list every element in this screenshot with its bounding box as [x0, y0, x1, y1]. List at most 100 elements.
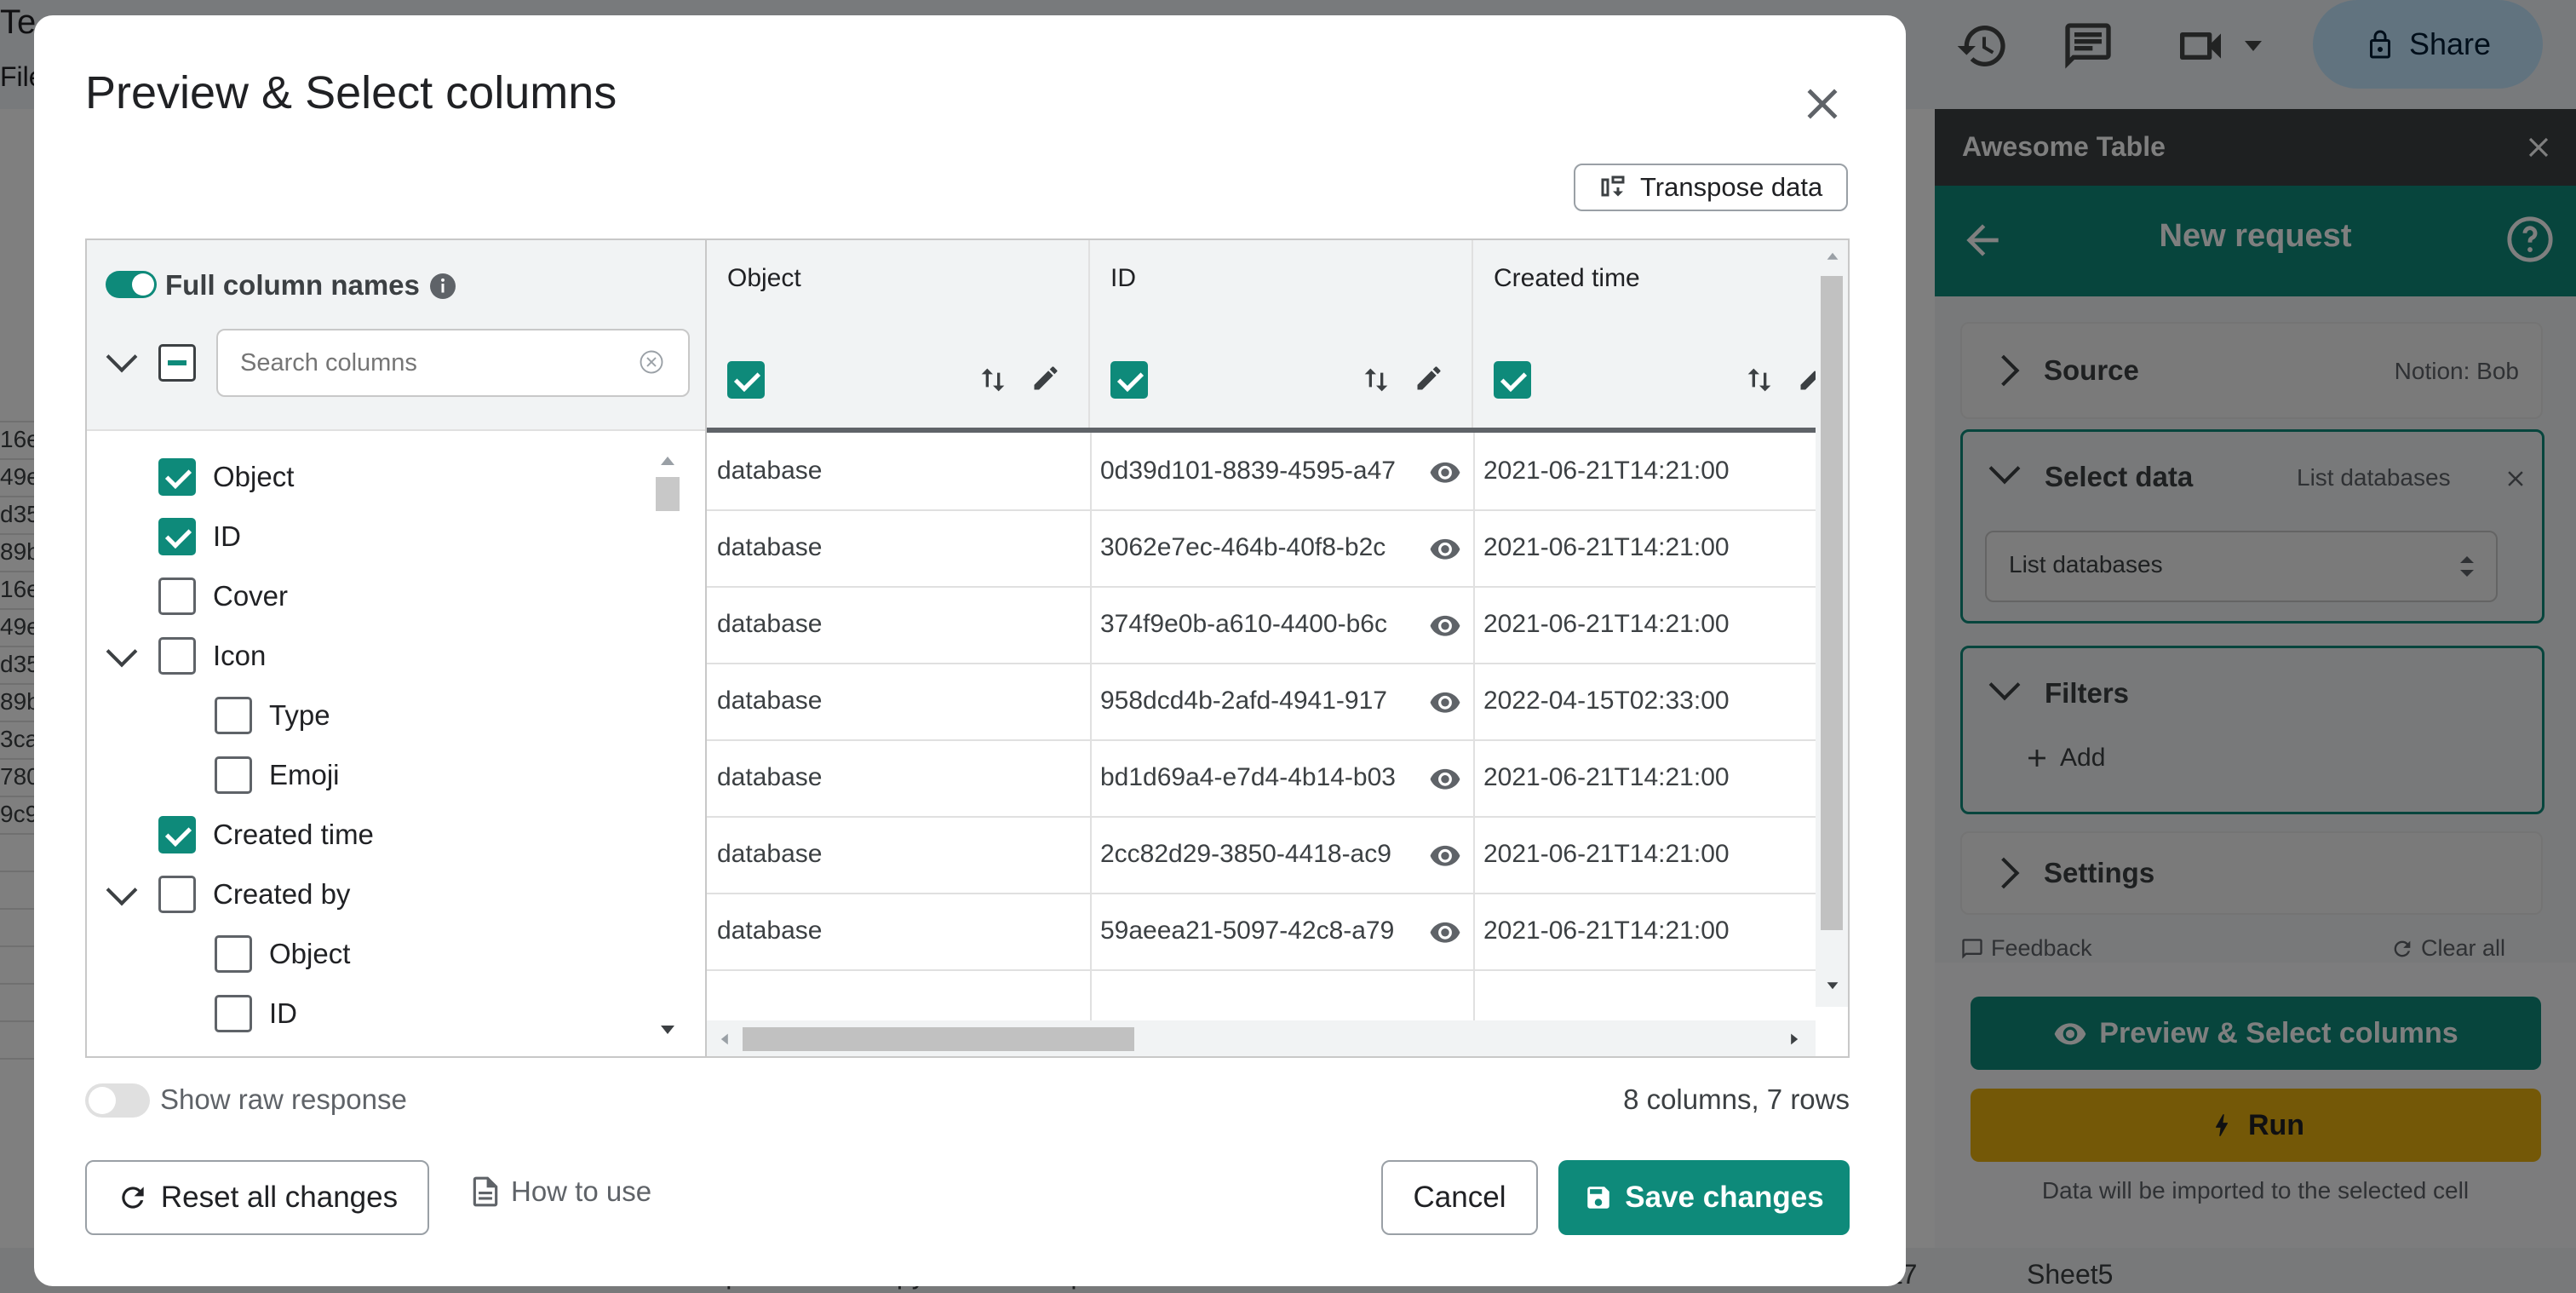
sort-icon[interactable]	[976, 363, 1010, 397]
preview-table: Object ID Created time database 0d39d101-88…	[707, 240, 1848, 1056]
tree-item[interactable]: Created by	[158, 869, 350, 920]
full-column-names-label: Full column names	[165, 269, 420, 301]
column-label: ID	[269, 997, 297, 1029]
toggle-knob	[89, 1087, 116, 1114]
toggle-knob	[132, 273, 154, 296]
tree-item[interactable]: Icon	[158, 630, 266, 681]
column-checkbox[interactable]	[158, 578, 196, 615]
scroll-right-icon[interactable]	[1788, 1031, 1802, 1048]
full-column-names-toggle[interactable]	[106, 271, 157, 298]
chevron-down-icon[interactable]	[106, 874, 138, 906]
transpose-icon	[1601, 175, 1625, 197]
column-checkbox[interactable]	[158, 876, 196, 913]
table-cell: database	[717, 533, 823, 561]
scroll-up-icon[interactable]	[1824, 249, 1841, 262]
indeterminate-mark	[168, 360, 186, 365]
scroll-up-icon[interactable]	[657, 451, 678, 468]
eye-icon[interactable]	[1429, 839, 1461, 871]
table-cell: 3062e7ec-464b-40f8-b2c	[1100, 533, 1386, 561]
eye-icon[interactable]	[1429, 456, 1461, 488]
column-label: Object	[213, 461, 295, 492]
column-label: Type	[269, 699, 330, 731]
tree-item[interactable]: ID	[215, 988, 297, 1039]
column-checkbox[interactable]	[158, 637, 196, 675]
tree-item[interactable]: Cover	[158, 571, 288, 622]
select-all-checkbox[interactable]	[158, 344, 196, 382]
sort-icon[interactable]	[1742, 363, 1776, 397]
table-row: database 374f9e0b-a610-4400-b6c 2021-06-21…	[707, 586, 1821, 664]
column-label: Cover	[213, 580, 289, 612]
chevron-down-icon[interactable]	[106, 635, 138, 668]
scroll-left-icon[interactable]	[717, 1031, 731, 1048]
column-checkbox[interactable]	[215, 995, 252, 1032]
hscroll-thumb[interactable]	[743, 1027, 1134, 1051]
show-raw-response-toggle[interactable]	[85, 1083, 150, 1118]
refresh-icon	[122, 1187, 144, 1209]
eye-icon[interactable]	[1429, 686, 1461, 718]
table-row: database 3062e7ec-464b-40f8-b2c 2021-06-21…	[707, 509, 1821, 588]
save-label: Save changes	[1625, 1181, 1824, 1214]
column-label: Object	[269, 938, 351, 969]
table-cell: 2021-06-21T14:21:00	[1483, 917, 1730, 945]
tree-item[interactable]: Created time	[158, 809, 374, 860]
info-icon[interactable]	[427, 271, 458, 302]
scroll-thumb[interactable]	[656, 477, 680, 511]
eye-icon[interactable]	[1429, 532, 1461, 565]
eye-icon[interactable]	[1429, 916, 1461, 948]
table-cell: 2cc82d29-3850-4418-ac9	[1100, 840, 1391, 868]
table-cell: database	[717, 687, 823, 715]
close-icon[interactable]	[1797, 78, 1848, 129]
scroll-down-icon[interactable]	[1824, 980, 1841, 993]
eye-icon[interactable]	[1429, 609, 1461, 641]
tree-item[interactable]: ID	[158, 511, 241, 562]
tree-item[interactable]: Emoji	[215, 750, 340, 801]
table-cell: bd1d69a4-e7d4-4b14-b03	[1100, 763, 1396, 791]
eye-icon[interactable]	[1429, 762, 1461, 795]
save-icon	[1587, 1187, 1610, 1209]
column-header: ID	[1090, 240, 1473, 428]
transpose-data-button[interactable]: Transpose data	[1574, 164, 1848, 211]
column-checkbox[interactable]	[215, 935, 252, 973]
preview-select-dialog: Preview & Select columns Transpose data …	[34, 15, 1906, 1286]
tree-item[interactable]: Type	[215, 690, 330, 741]
column-include-checkbox[interactable]	[727, 361, 765, 399]
table-cell: database	[717, 457, 823, 485]
column-divider	[1473, 433, 1475, 1020]
sort-icon[interactable]	[1359, 363, 1393, 397]
column-include-checkbox[interactable]	[1110, 361, 1148, 399]
how-to-use-link[interactable]: How to use	[472, 1175, 651, 1208]
column-checkbox[interactable]	[215, 697, 252, 734]
clear-search-icon[interactable]	[639, 349, 664, 375]
tree-scrollbar[interactable]	[651, 451, 685, 1048]
column-header-label: Object	[727, 264, 801, 292]
column-include-checkbox[interactable]	[1494, 361, 1531, 399]
cancel-label: Cancel	[1413, 1181, 1506, 1214]
table-row: database 958dcd4b-2afd-4941-917 2022-04-15…	[707, 663, 1821, 741]
column-selector-header: Full column names	[87, 240, 705, 431]
table-cell: 2021-06-21T14:21:00	[1483, 533, 1730, 561]
table-cell: 2021-06-21T14:21:00	[1483, 763, 1730, 791]
table-cell: 2021-06-21T14:21:00	[1483, 610, 1730, 638]
tree-item[interactable]: Object	[158, 451, 294, 503]
table-cell: database	[717, 917, 823, 945]
column-checkbox[interactable]	[158, 518, 196, 555]
table-cell: 2021-06-21T14:21:00	[1483, 840, 1730, 868]
table-row: database 59aeea21-5097-42c8-a79 2021-06-21…	[707, 893, 1821, 971]
table-vscrollbar[interactable]	[1816, 240, 1848, 1007]
tree-item[interactable]: Object	[215, 928, 350, 980]
reset-all-changes-button[interactable]: Reset all changes	[85, 1160, 429, 1235]
search-columns-input[interactable]	[216, 329, 690, 397]
edit-icon[interactable]	[1414, 363, 1448, 397]
cancel-button[interactable]: Cancel	[1381, 1160, 1538, 1235]
column-checkbox[interactable]	[158, 816, 196, 853]
column-checkbox[interactable]	[158, 458, 196, 496]
transpose-label: Transpose data	[1640, 172, 1823, 202]
edit-icon[interactable]	[1030, 363, 1064, 397]
vscroll-thumb[interactable]	[1821, 276, 1843, 930]
save-changes-button[interactable]: Save changes	[1558, 1160, 1850, 1235]
scroll-down-icon[interactable]	[657, 1022, 678, 1039]
reset-label: Reset all changes	[160, 1181, 399, 1214]
collapse-all-icon[interactable]	[106, 341, 138, 373]
column-checkbox[interactable]	[215, 756, 252, 794]
table-hscrollbar[interactable]	[707, 1020, 1816, 1056]
